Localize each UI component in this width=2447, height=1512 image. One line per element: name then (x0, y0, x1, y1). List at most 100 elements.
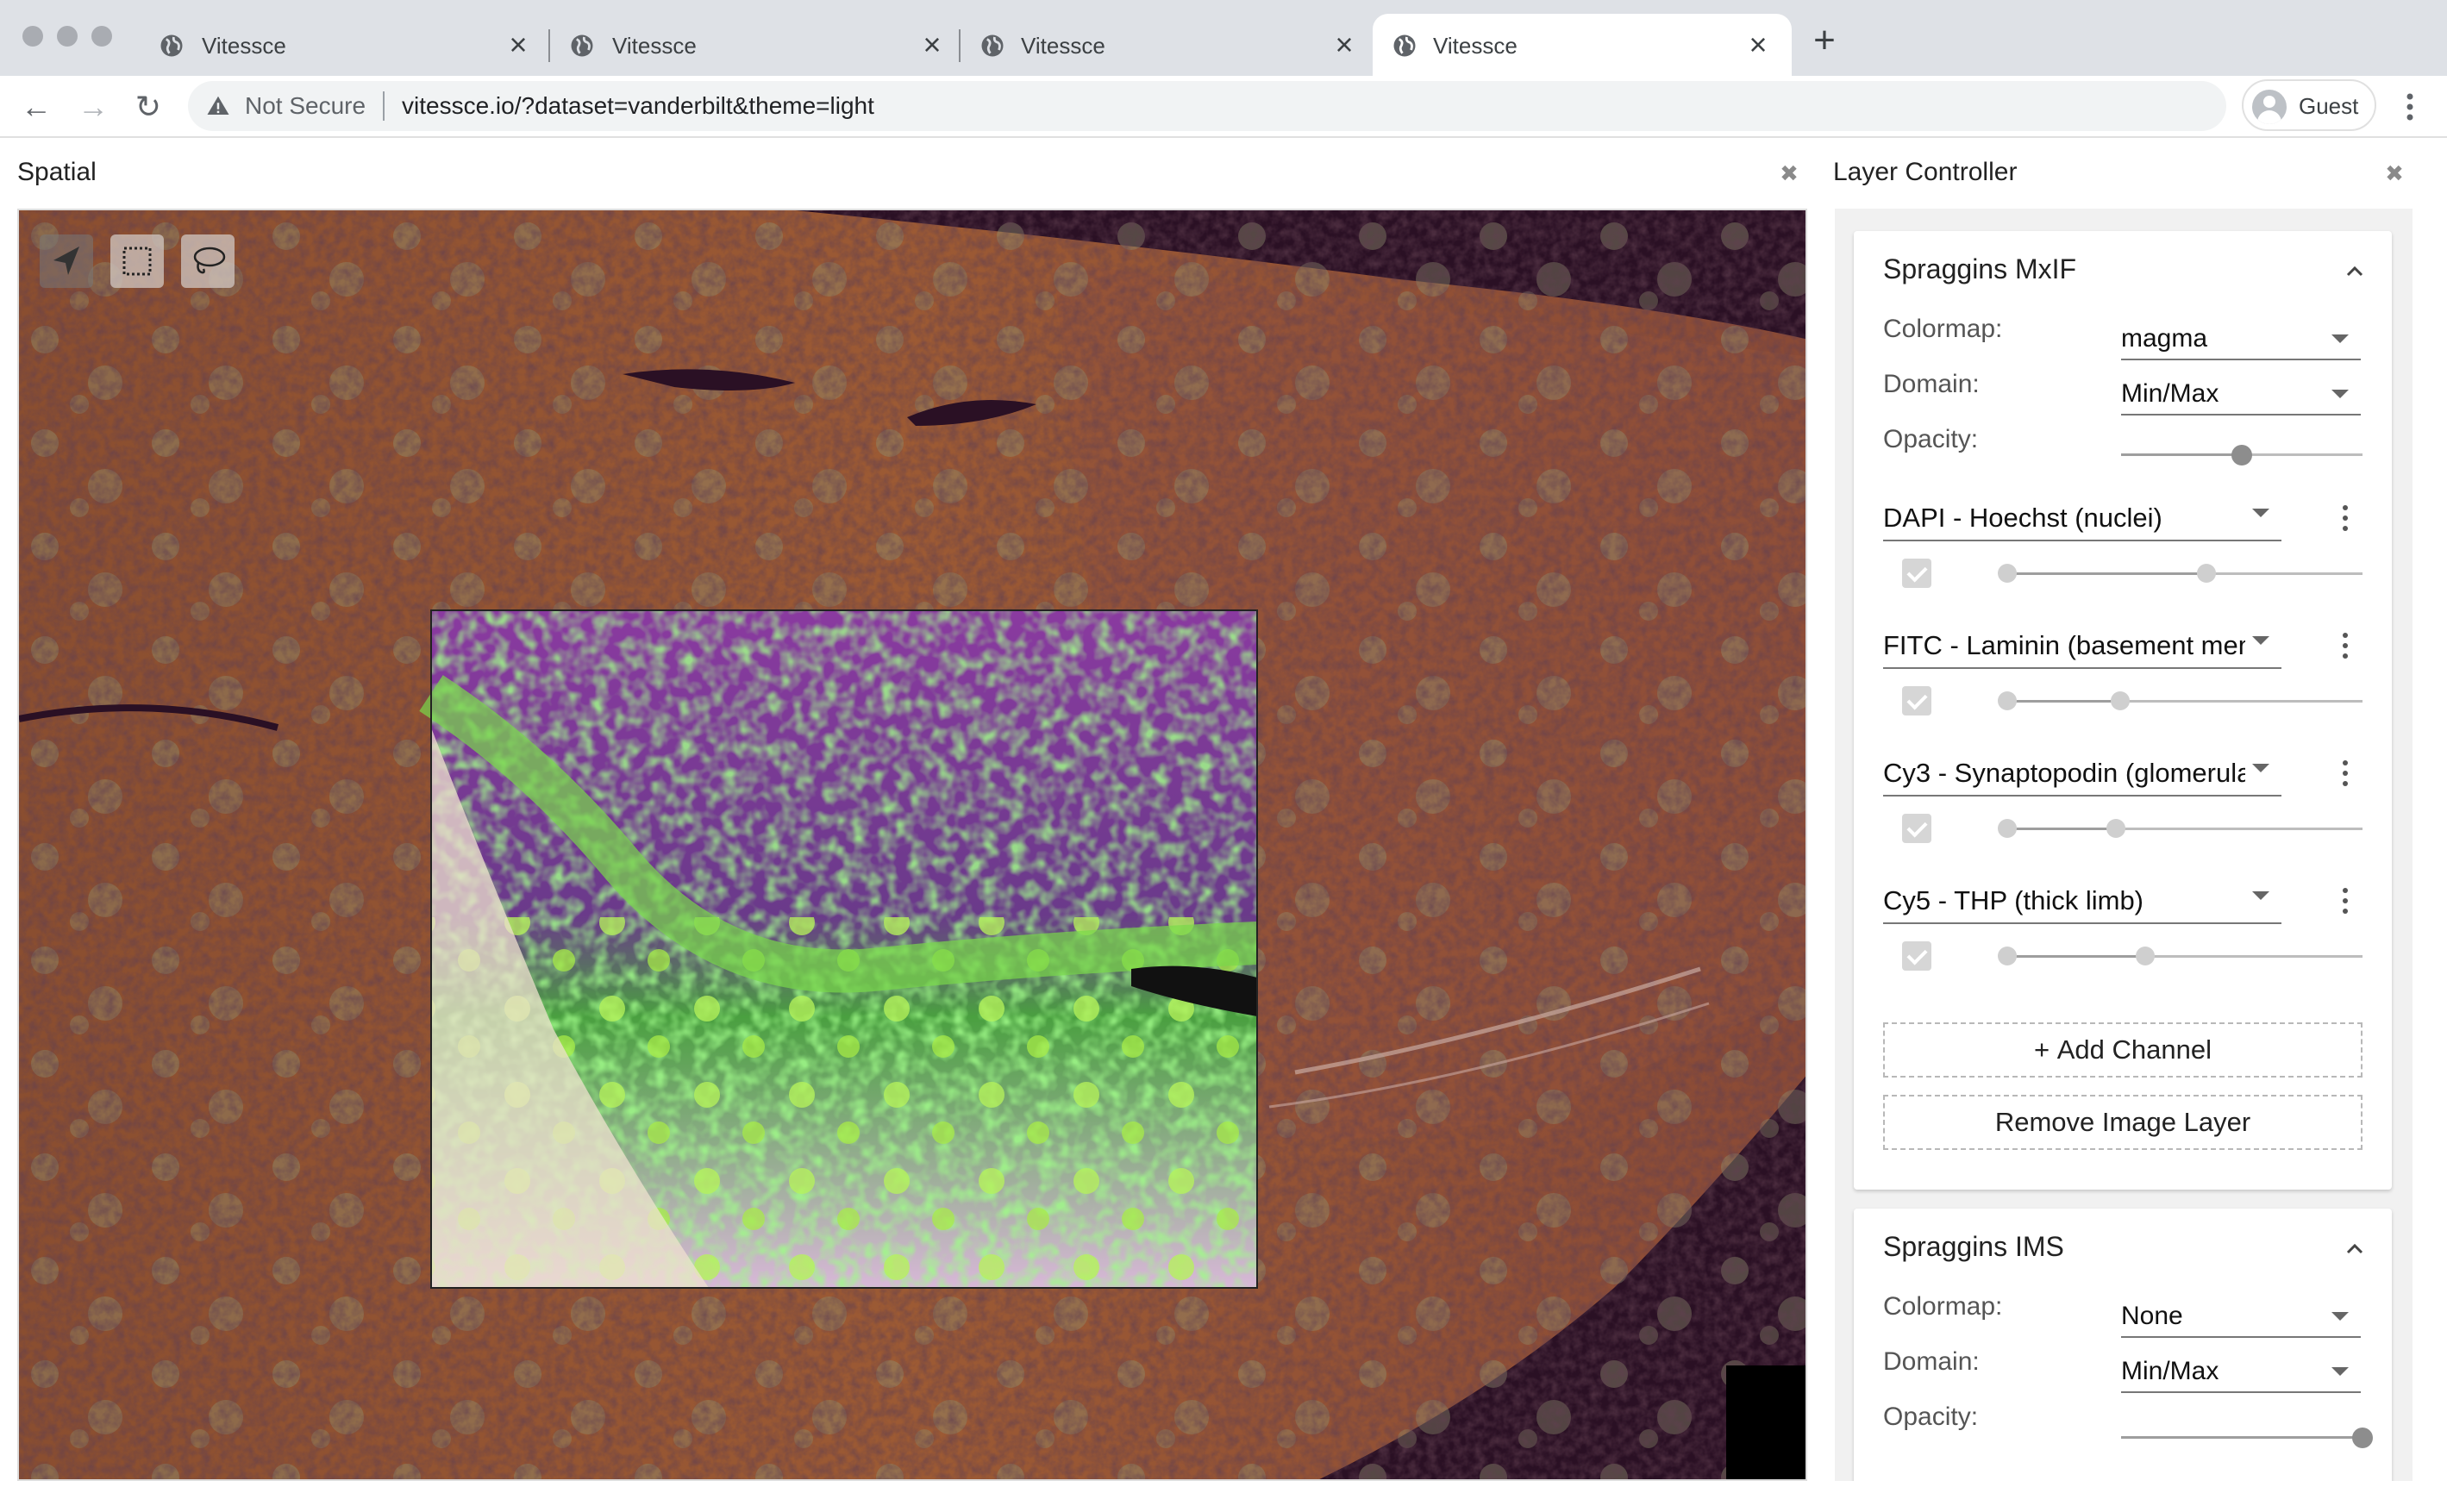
channel-range-min-thumb[interactable] (1998, 947, 2018, 965)
channel-name: FITC - Laminin (basement membrane) (1883, 630, 2245, 660)
browser-tab[interactable]: Vitessce × (950, 14, 1369, 76)
channel-select[interactable]: DAPI - Hoechst (nuclei) (1883, 495, 2281, 541)
channel-visibility-checkbox[interactable] (1902, 686, 1931, 715)
add-channel-label: Add Channel (2056, 1034, 2212, 1065)
globe-icon (571, 34, 593, 57)
channel-options-icon[interactable] (2340, 503, 2350, 534)
channel-select[interactable]: Cy5 - THP (thick limb) (1883, 878, 2281, 924)
domain-select[interactable]: Min/Max (2121, 371, 2361, 415)
dropdown-caret-icon (2252, 509, 2269, 517)
channel-visibility-checkbox[interactable] (1902, 559, 1931, 588)
colormap-value: magma (2121, 324, 2208, 353)
reload-button[interactable]: ↻ (129, 88, 167, 126)
channel-range-fill (2007, 700, 2120, 703)
channel-visibility-checkbox[interactable] (1902, 814, 1931, 843)
rectangle-select-button[interactable] (110, 234, 164, 288)
dropdown-caret-icon (2331, 334, 2349, 343)
layer-title: Spraggins IMS (1883, 1231, 2064, 1262)
remove-image-layer-button[interactable]: Remove Image Layer (1883, 1095, 2363, 1150)
channel-range-max-thumb[interactable] (2110, 691, 2130, 710)
spatial-canvas[interactable] (17, 209, 1807, 1481)
tab-title: Vitessce (1021, 33, 1105, 59)
domain-select[interactable]: Min/Max (2121, 1348, 2361, 1393)
rectangle-select-icon (122, 247, 152, 276)
channel-range-min-thumb[interactable] (1998, 691, 2018, 710)
domain-label: Domain: (1883, 1347, 1980, 1376)
opacity-slider-fill (2121, 1436, 2363, 1439)
spatial-panel-title: Spatial (17, 158, 97, 186)
channel-options-icon[interactable] (2340, 631, 2350, 662)
channel-range-min-thumb[interactable] (1998, 564, 2018, 583)
channel-row: FITC - Laminin (basement membrane) (1854, 622, 2392, 750)
opacity-label: Opacity: (1883, 1403, 1979, 1431)
channel-range-fill (2007, 828, 2117, 830)
profile-button[interactable]: Guest (2242, 79, 2376, 131)
channel-options-icon[interactable] (2340, 886, 2350, 917)
tab-title: Vitessce (612, 33, 697, 59)
dropdown-caret-icon (2331, 1367, 2349, 1376)
channel-select[interactable]: FITC - Laminin (basement membrane) (1883, 622, 2281, 669)
vitessce-app: Spatial ✖ Layer Controller ✖ Spraggins M… (0, 138, 2447, 1512)
channel-range-max-thumb[interactable] (2197, 564, 2217, 583)
add-channel-button[interactable]: + Add Channel (1883, 1022, 2363, 1078)
browser-tab-active[interactable]: Vitessce × (1373, 14, 1792, 76)
domain-label: Domain: (1883, 370, 1980, 398)
address-divider (383, 91, 385, 121)
channel-row: Cy3 - Synaptopodin (glomerular) (1854, 750, 2392, 878)
dropdown-caret-icon (2331, 390, 2349, 398)
window-zoom-control[interactable] (91, 26, 112, 47)
opacity-slider-thumb[interactable] (2231, 445, 2252, 465)
layer-controller-close-icon[interactable]: ✖ (2381, 160, 2407, 186)
window-minimize-control[interactable] (57, 26, 78, 47)
colormap-label: Colormap: (1883, 315, 2003, 343)
url-text[interactable]: vitessce.io/?dataset=vanderbilt&theme=li… (402, 90, 874, 122)
lasso-icon (193, 247, 226, 274)
remove-layer-label: Remove Image Layer (1994, 1107, 2251, 1137)
channel-options-icon[interactable] (2340, 759, 2350, 790)
chevron-up-icon[interactable] (2342, 259, 2368, 284)
dropdown-caret-icon (2252, 891, 2269, 900)
tab-close-icon[interactable]: × (917, 29, 947, 60)
colormap-label: Colormap: (1883, 1292, 2003, 1321)
layer-card-mxif: Spraggins MxIF Colormap: magma Domain: M… (1854, 231, 2392, 1190)
spatial-close-icon[interactable]: ✖ (1776, 160, 1802, 186)
tab-close-icon[interactable]: × (1330, 29, 1359, 60)
pan-tool-button[interactable] (40, 234, 93, 288)
tab-close-icon[interactable]: × (504, 29, 533, 60)
dropdown-caret-icon (2252, 636, 2269, 645)
layer-controller-title: Layer Controller (1833, 158, 2018, 186)
channel-range-min-thumb[interactable] (1998, 819, 2018, 838)
window-close-control[interactable] (22, 26, 43, 47)
browser-tab[interactable]: Vitessce × (538, 14, 957, 76)
new-tab-button[interactable]: + (1807, 22, 1842, 59)
back-button[interactable]: ← (17, 88, 55, 126)
avatar-icon (2252, 90, 2287, 124)
channel-name: Cy3 - Synaptopodin (glomerular) (1883, 758, 2245, 788)
lasso-select-button[interactable] (181, 234, 235, 288)
browser-menu-icon[interactable] (2397, 88, 2423, 126)
globe-icon (160, 34, 183, 57)
channel-name: DAPI - Hoechst (nuclei) (1883, 503, 2162, 533)
address-bar[interactable]: Not Secure vitessce.io/?dataset=vanderbi… (188, 81, 2226, 131)
channel-visibility-checkbox[interactable] (1902, 941, 1931, 971)
chevron-up-icon[interactable] (2342, 1236, 2368, 1262)
tab-close-icon[interactable]: × (1743, 29, 1773, 60)
browser-tab[interactable]: Vitessce × (128, 14, 547, 76)
browser-tab-strip: Vitessce × Vitessce × Vitessce × Vitessc… (0, 0, 2447, 76)
channel-range-fill (2007, 572, 2207, 575)
globe-icon (1393, 34, 1416, 57)
channel-select[interactable]: Cy3 - Synaptopodin (glomerular) (1883, 750, 2281, 797)
opacity-slider-thumb[interactable] (2352, 1428, 2373, 1448)
channel-range-max-thumb[interactable] (2106, 819, 2126, 838)
security-status[interactable]: Not Secure (245, 90, 366, 122)
channel-row: DAPI - Hoechst (nuclei) (1854, 495, 2392, 622)
overlay-image (419, 609, 1259, 1289)
colormap-select[interactable]: magma (2121, 316, 2361, 360)
warning-icon[interactable] (205, 93, 231, 119)
forward-button[interactable]: → (74, 88, 112, 126)
plus-icon: + (2034, 1034, 2057, 1065)
channel-range-max-thumb[interactable] (2136, 947, 2155, 965)
colormap-select[interactable]: None (2121, 1293, 2361, 1338)
opacity-label: Opacity: (1883, 425, 1979, 453)
tab-title: Vitessce (202, 33, 286, 59)
